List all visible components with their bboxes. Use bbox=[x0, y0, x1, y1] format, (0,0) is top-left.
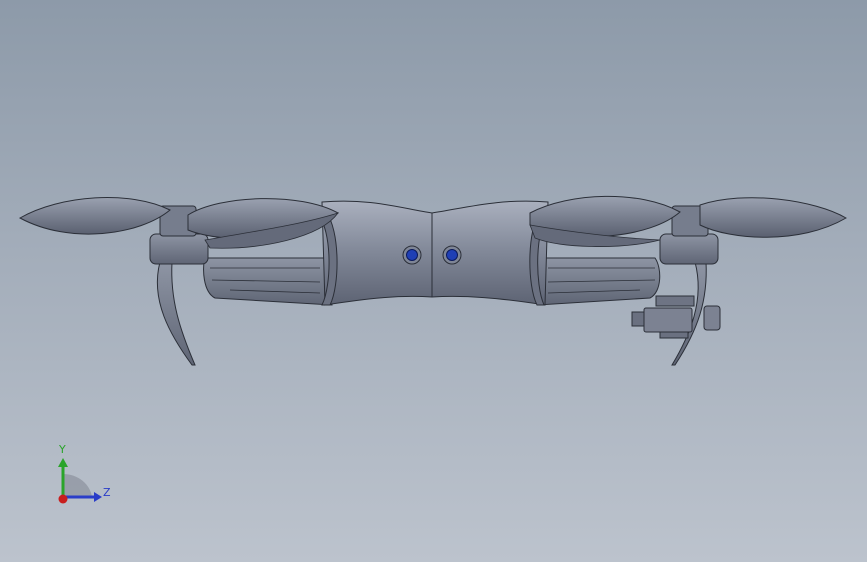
right-outer-blade bbox=[699, 197, 847, 238]
fuselage bbox=[321, 200, 549, 306]
y-axis-label: Y bbox=[59, 443, 66, 456]
z-axis-arrow-icon bbox=[94, 492, 102, 502]
gimbal-lens-housing bbox=[631, 311, 645, 327]
orientation-triad[interactable]: Y Z bbox=[40, 440, 120, 510]
left-motor-hub bbox=[149, 233, 209, 265]
drone-model[interactable] bbox=[0, 0, 867, 562]
graphics-viewport[interactable]: Y Z bbox=[0, 0, 867, 562]
left-led-lens bbox=[406, 249, 418, 261]
gimbal-side-knob bbox=[703, 305, 721, 331]
left-landing-leg bbox=[156, 261, 196, 366]
x-axis-dot-icon bbox=[58, 494, 68, 504]
left-outer-blade bbox=[18, 197, 171, 235]
y-axis-arrow-icon bbox=[58, 458, 68, 467]
right-motor-hub bbox=[659, 233, 719, 265]
gimbal-base bbox=[659, 331, 689, 339]
gimbal-mount bbox=[655, 295, 695, 307]
triad-plane-shade bbox=[63, 474, 92, 497]
triad-graphic bbox=[58, 458, 102, 504]
gimbal-camera bbox=[643, 307, 693, 333]
right-led-lens bbox=[446, 249, 458, 261]
z-axis-label: Z bbox=[103, 486, 111, 499]
